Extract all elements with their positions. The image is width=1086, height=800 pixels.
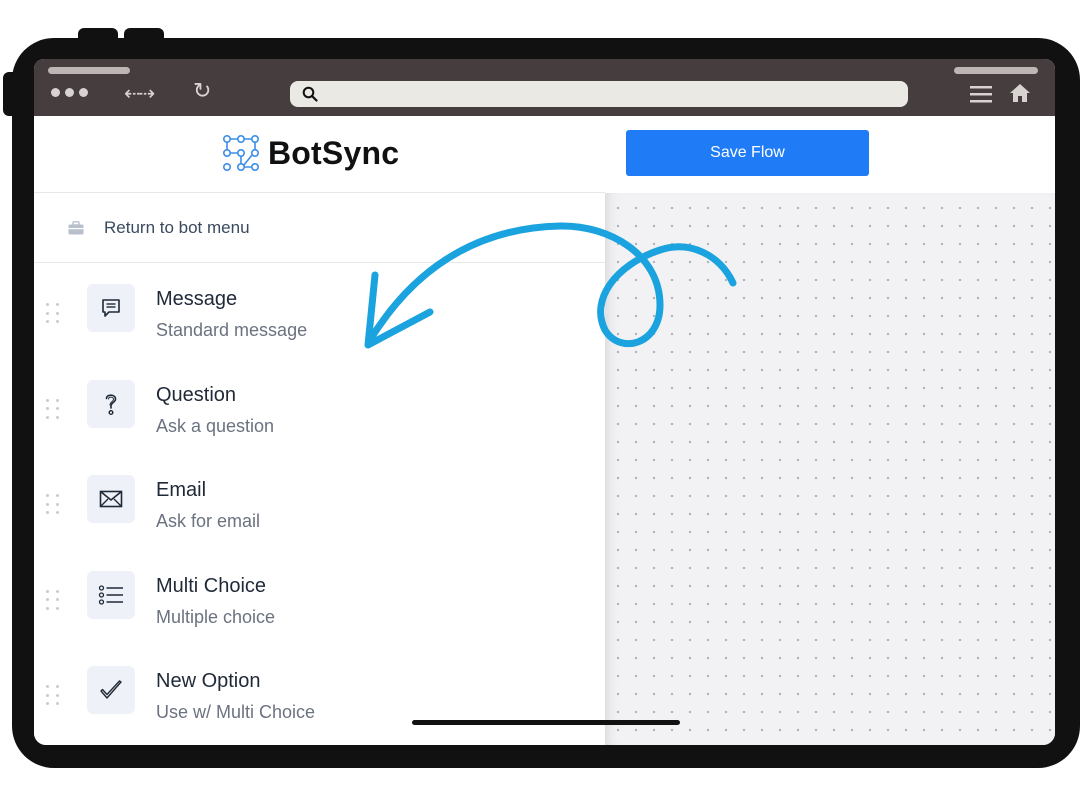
node-title: Multi Choice (156, 574, 267, 597)
drag-handle-icon[interactable] (46, 589, 60, 612)
flow-canvas-panel: Save Flow (605, 116, 1055, 745)
node-item-new-option[interactable]: New Option Use w/ Multi Choice (34, 645, 605, 741)
address-input[interactable] (326, 84, 896, 104)
checkmark-icon (100, 680, 122, 699)
message-icon (102, 299, 120, 317)
node-item-multi-choice[interactable]: Multi Choice Multiple choice (34, 550, 605, 646)
save-flow-button[interactable]: Save Flow (626, 130, 869, 176)
node-subtitle: Ask for email (156, 511, 261, 531)
toolbar-handle-left (48, 67, 130, 74)
node-title: New Option (156, 670, 261, 692)
browser-toolbar: ⇠⇢ ↻ (34, 59, 1055, 116)
canvas-toolbar: Save Flow (605, 116, 1055, 193)
home-indicator-bar (412, 720, 680, 725)
node-subtitle: Standard message (156, 320, 308, 340)
node-title: Question (156, 383, 237, 406)
node-icon-tile (87, 284, 135, 332)
brand-header: BotSync (34, 116, 605, 193)
question-icon (105, 393, 117, 415)
node-subtitle: Ask a question (156, 415, 275, 436)
search-icon (302, 86, 318, 102)
node-icon-tile (87, 570, 135, 619)
return-to-bot-menu-link[interactable]: Return to bot menu (34, 193, 605, 263)
node-sidebar: BotSync Return to bot menu Message Stand… (34, 116, 605, 745)
node-icon-tile (87, 475, 135, 523)
drag-handle-icon[interactable] (46, 303, 60, 325)
node-item-email[interactable]: Email Ask for email (34, 454, 605, 550)
drag-handle-icon[interactable] (46, 398, 60, 421)
node-title: Message (156, 288, 238, 310)
return-label: Return to bot menu (104, 218, 250, 237)
node-item-question[interactable]: Question Ask a question (34, 359, 605, 455)
hamburger-menu-icon[interactable] (970, 84, 992, 104)
address-bar[interactable] (290, 81, 908, 107)
window-controls-icon[interactable] (51, 88, 88, 97)
network-logo-icon (222, 134, 259, 171)
tablet-screen: ⇠⇢ ↻ BotSync Return to bot menu Message … (34, 59, 1055, 745)
drag-handle-icon[interactable] (46, 685, 60, 707)
brand-name: BotSync (268, 134, 400, 171)
reload-icon[interactable]: ↻ (193, 79, 211, 104)
page: ⇠⇢ ↻ BotSync Return to bot menu Message … (0, 0, 1086, 800)
drag-handle-icon[interactable] (46, 494, 60, 516)
flow-canvas[interactable] (605, 193, 1055, 745)
briefcase-icon (68, 221, 84, 235)
node-title: Email (156, 479, 207, 501)
back-forward-arrows-icon[interactable]: ⇠⇢ (124, 81, 155, 105)
list-icon (98, 584, 123, 605)
node-subtitle: Use w/ Multi Choice (156, 702, 316, 722)
toolbar-handle-right (954, 67, 1038, 74)
node-icon-tile (87, 666, 135, 714)
brand-logo[interactable]: BotSync (222, 134, 399, 172)
node-type-list: Message Standard message Question Ask a … (34, 263, 605, 741)
home-icon[interactable] (1008, 81, 1032, 105)
envelope-icon (99, 490, 123, 508)
node-subtitle: Multiple choice (156, 606, 276, 627)
node-icon-tile (87, 379, 135, 428)
node-item-message[interactable]: Message Standard message (34, 263, 605, 359)
